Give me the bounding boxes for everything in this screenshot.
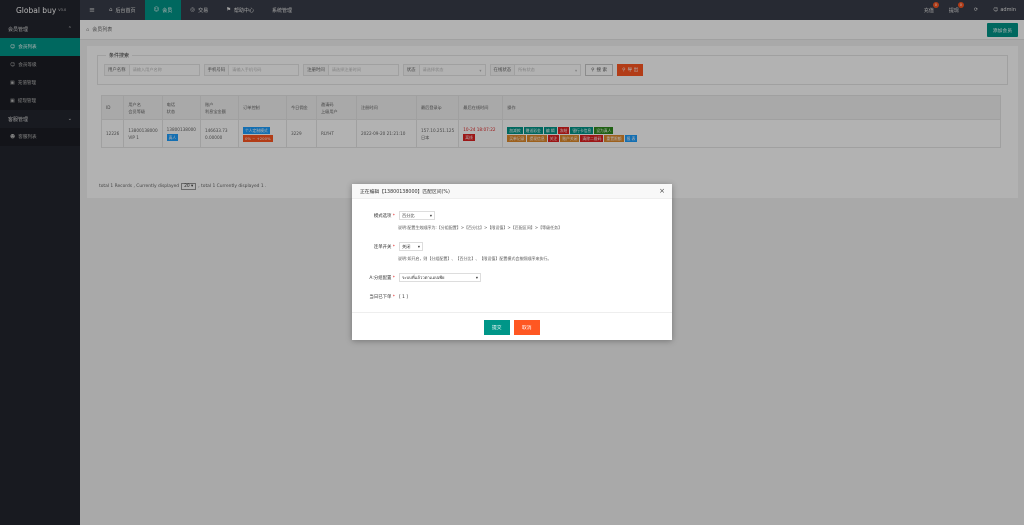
group-label-text: A:分组配置: [369, 275, 392, 281]
switch-description: 说明:如开启，则【分组配置】、【百分比】、【限设值】配置模式会按照顺序来执行。: [398, 256, 552, 261]
group-label: A:分组配置 *: [369, 275, 395, 281]
chevron-down-icon: ▾: [475, 275, 478, 280]
today-label: 当日已下单 *: [369, 295, 395, 300]
switch-label: 连单开关 *: [373, 244, 395, 250]
mode-label: 模式选项 *: [373, 213, 395, 219]
mode-description: 说明:配置生效顺序为:【分组配置】>【百分比】>【限设值】>【匹配区间】>【等级…: [398, 225, 563, 230]
group-row: A:分组配置 * ระบบที่เเล้ววตาเเอปเพีย ▾: [352, 273, 481, 282]
submit-button[interactable]: 提交: [484, 320, 510, 335]
modal-footer-divider: [352, 312, 672, 313]
mode-select[interactable]: 百分比 ▾: [399, 211, 435, 220]
chevron-down-icon: ▾: [429, 213, 432, 218]
switch-value: 关闭: [402, 243, 411, 249]
switch-select[interactable]: 关闭 ▾: [399, 242, 423, 251]
group-value: ระบบที่เเล้ววตาเเอปเพีย: [402, 275, 445, 280]
modal-title: 正在编辑【13800138000】匹配区间(%): [360, 189, 450, 195]
today-value: [ 1 ]: [399, 294, 409, 300]
chevron-down-icon: ▾: [417, 244, 420, 249]
today-label-text: 当日已下单: [369, 295, 392, 300]
mode-label-text: 模式选项: [373, 213, 392, 219]
mode-value: 百分比: [402, 212, 415, 218]
group-select[interactable]: ระบบที่เเล้ววตาเเอปเพีย ▾: [399, 273, 481, 282]
mode-row: 模式选项 * 百分比 ▾: [352, 211, 435, 220]
cancel-button[interactable]: 取消: [514, 320, 540, 335]
today-row: 当日已下单 * [ 1 ]: [352, 294, 409, 301]
switch-row: 连单开关 * 关闭 ▾: [352, 242, 423, 251]
close-icon[interactable]: ×: [659, 187, 665, 195]
switch-label-text: 连单开关: [373, 244, 392, 250]
edit-range-modal: 正在编辑【13800138000】匹配区间(%) × 模式选项 * 百分比 ▾ 说…: [352, 184, 672, 340]
modal-header: 正在编辑【13800138000】匹配区间(%): [352, 184, 672, 199]
